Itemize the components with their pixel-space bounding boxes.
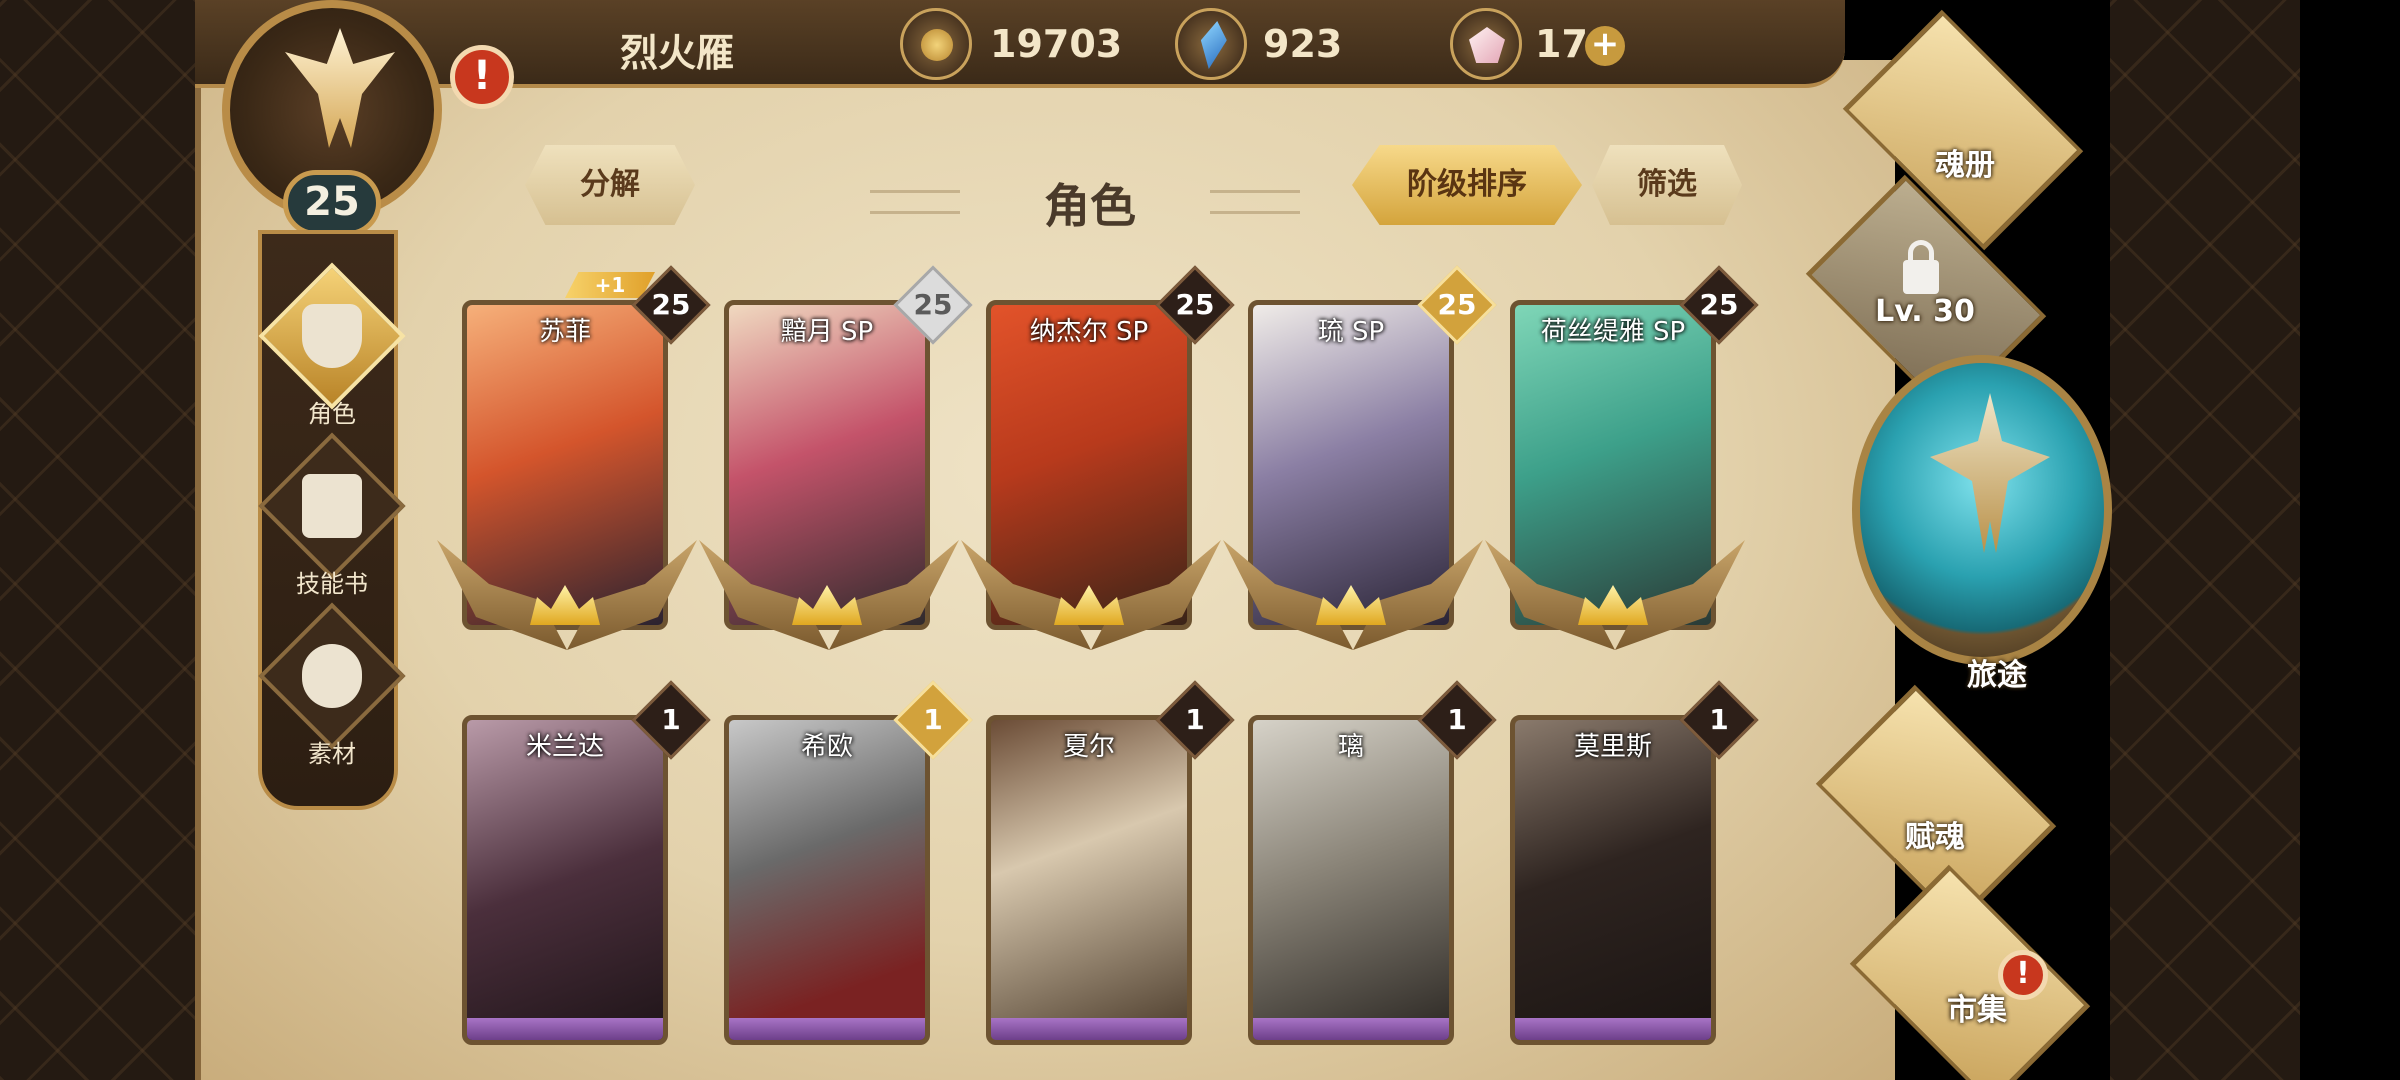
card-rarity-bar: [467, 1018, 663, 1040]
journey-button[interactable]: [1852, 355, 2112, 665]
card-rarity-bar: [991, 1018, 1187, 1040]
character-card[interactable]: 莫里斯: [1510, 715, 1716, 1045]
title-ornament-right: [1210, 190, 1300, 214]
crystal-count: 17: [1535, 22, 1588, 66]
rank-number: 25: [1437, 288, 1477, 321]
character-icon: [302, 304, 362, 368]
emblem-icon: [285, 28, 395, 148]
character-card[interactable]: 荷丝缇雅 SP: [1510, 300, 1716, 630]
card-rarity-bar: [1515, 1018, 1711, 1040]
crystal-icon: [1450, 8, 1522, 80]
nav-label: 技能书: [296, 570, 368, 598]
character-card[interactable]: 琉 SP: [1248, 300, 1454, 630]
nav-label: 素材: [308, 740, 356, 768]
decompose-button[interactable]: 分解: [525, 145, 695, 225]
character-name: 黯月 SP: [780, 317, 874, 347]
coin-icon: [900, 8, 972, 80]
rank-number: 1: [1709, 703, 1729, 736]
lock-icon: [1908, 240, 1934, 262]
rank-number: 25: [1175, 288, 1215, 321]
nav-item-skillbook[interactable]: 技能书: [258, 432, 406, 606]
rank-number: 25: [1699, 288, 1739, 321]
rank-number: 1: [661, 703, 681, 736]
nav-label: 角色: [308, 400, 356, 428]
player-name: 烈火雁: [620, 31, 735, 75]
coin-count: 19703: [990, 22, 1123, 66]
character-name: 琉 SP: [1317, 317, 1385, 347]
character-card[interactable]: 黯月 SP: [724, 300, 930, 630]
character-name: 荷丝缇雅 SP: [1540, 317, 1686, 347]
endow-soul-label: 赋魂: [1905, 820, 1965, 855]
character-card[interactable]: 苏菲: [462, 300, 668, 630]
right-background: [2110, 0, 2310, 1080]
rank-number: 25: [913, 288, 953, 321]
page-title: 角色: [1044, 179, 1136, 233]
character-name: 苏菲: [538, 317, 591, 347]
character-card[interactable]: 希欧: [724, 715, 930, 1045]
player-level-badge: 25: [283, 170, 381, 236]
add-crystal-button[interactable]: +: [1585, 26, 1625, 66]
left-background: [0, 0, 200, 1080]
character-name: 希欧: [800, 732, 853, 762]
card-rarity-bar: [1253, 1018, 1449, 1040]
gem-count: 923: [1263, 22, 1343, 66]
rank-number: 1: [1185, 703, 1205, 736]
character-name: 夏尔: [1062, 732, 1115, 762]
character-name: 纳杰尔 SP: [1029, 317, 1149, 347]
journey-icon: [1930, 393, 2050, 553]
material-icon: [302, 644, 362, 708]
nav-item-character[interactable]: 角色: [258, 262, 406, 436]
title-ornament-left: [870, 190, 960, 214]
character-name: 米兰达: [525, 732, 604, 762]
character-card[interactable]: 夏尔: [986, 715, 1192, 1045]
skillbook-icon: [302, 474, 362, 538]
character-card[interactable]: 米兰达: [462, 715, 668, 1045]
character-card[interactable]: 璃: [1248, 715, 1454, 1045]
soul-book-label: 魂册: [1935, 148, 1995, 183]
journey-label: 旅途: [1967, 658, 2027, 693]
character-name: 璃: [1337, 732, 1364, 762]
gem-icon: [1175, 8, 1247, 80]
card-rarity-bar: [729, 1018, 925, 1040]
screen-edge: [2300, 0, 2400, 1080]
left-nav: 角色 技能书 素材: [258, 230, 406, 810]
character-card[interactable]: 纳杰尔 SP: [986, 300, 1192, 630]
top-resource-bar: 烈火雁 19703 923 17 +: [195, 0, 1845, 88]
unlock-level-label: Lv. 30: [1875, 294, 1975, 329]
profile-alert-icon: !: [450, 45, 514, 109]
market-alert-icon: !: [1998, 950, 2048, 1000]
lock-body: [1903, 260, 1939, 294]
character-name: 莫里斯: [1573, 732, 1652, 762]
nav-item-material[interactable]: 素材: [258, 602, 406, 776]
rank-number: 1: [923, 703, 943, 736]
rank-number: 1: [1447, 703, 1467, 736]
rank-number: 25: [651, 288, 691, 321]
rank-sort-button[interactable]: 阶级排序: [1352, 145, 1582, 225]
filter-button[interactable]: 筛选: [1592, 145, 1742, 225]
